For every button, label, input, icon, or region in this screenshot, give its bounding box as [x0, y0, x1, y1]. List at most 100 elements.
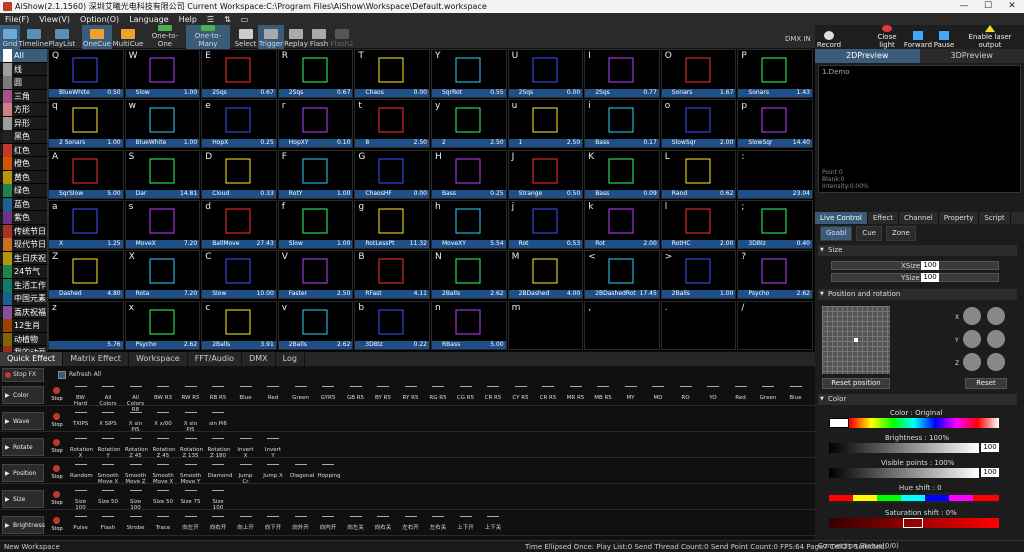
category-item[interactable]: 紫色 [0, 211, 47, 225]
quick-effect-item[interactable]: MD [648, 385, 669, 405]
cue-cell[interactable]: Q BlueWhite 0.50 [48, 49, 124, 98]
cue-cell[interactable]: G ChaosHF 0.00 [354, 149, 430, 199]
cue-cell[interactable]: o SlowSqr 2.00 [660, 99, 737, 149]
rotate-y-knob-2[interactable] [987, 330, 1005, 348]
tab-matrix-effect[interactable]: Matrix Effect [63, 352, 129, 366]
tab-effect[interactable]: Effect [868, 212, 899, 224]
quick-effect-item[interactable]: Size 75 [180, 489, 201, 509]
folder-icon[interactable]: ▭ [236, 15, 254, 24]
cue-cell[interactable]: Y SqrRot 0.55 [431, 49, 507, 98]
cue-cell[interactable]: l RotHC 2.00 [660, 199, 737, 249]
category-item[interactable]: 方形 [0, 103, 47, 117]
cue-cell[interactable]: C Slow 10.00 [201, 250, 277, 300]
quick-effect-item[interactable]: Red [263, 385, 284, 405]
quick-effect-item[interactable]: Size 50 [98, 489, 119, 509]
cue-cell[interactable]: U 2Sqs 0.00 [507, 49, 584, 98]
stop-fx-button[interactable]: Stop FX [2, 368, 44, 382]
refresh-all-checkbox[interactable] [58, 371, 66, 379]
quick-effect-item[interactable]: sin Pi6 [208, 411, 229, 431]
list-icon[interactable]: ☰ [202, 15, 219, 24]
category-item[interactable]: 橙色 [0, 157, 47, 171]
sort-icon[interactable]: ⇅ [219, 15, 236, 24]
quick-effect-item[interactable]: 向内开 [318, 515, 339, 535]
brightness-slider[interactable] [829, 443, 979, 453]
visible-points-slider[interactable] [829, 468, 979, 478]
quick-effect-item[interactable]: CY R5 [510, 385, 531, 405]
saturation-handle[interactable] [903, 518, 923, 528]
cue-cell[interactable]: t 8 2.50 [354, 99, 430, 149]
subtab-goabl[interactable]: Goabl [820, 226, 853, 241]
menu-view[interactable]: View(V) [34, 15, 75, 24]
category-item[interactable]: All [0, 49, 47, 63]
tab-live-control[interactable]: Live Control [815, 212, 868, 224]
category-item[interactable]: 黑色 [0, 130, 47, 144]
grid-button[interactable]: Grid [0, 25, 20, 49]
cue-cell[interactable]: T Chaos 0.00 [354, 49, 430, 98]
category-item[interactable]: 生日庆祝 [0, 251, 47, 265]
effect-stop-button[interactable]: Stop [48, 516, 66, 534]
cue-cell[interactable]: K Bass 0.09 [584, 149, 660, 199]
quick-effect-item[interactable]: 向左关 [345, 515, 366, 535]
quick-effect-item[interactable]: Jump Cr [235, 463, 256, 485]
tab-workspace[interactable]: Workspace [129, 352, 188, 366]
one-to-many-button[interactable]: One-to-Many [186, 25, 230, 49]
xsize-value[interactable]: 100 [921, 261, 939, 270]
quick-effect-item[interactable]: RO [675, 385, 696, 405]
cue-cell[interactable]: E 2Sqs 0.67 [201, 49, 277, 98]
cue-cell[interactable]: i Bass 0.17 [584, 99, 660, 149]
effect-stop-button[interactable]: Stop [48, 464, 66, 482]
cue-cell[interactable]: x Psycho 2.62 [124, 300, 201, 350]
quick-effect-item[interactable]: Rotation Z 45 [153, 437, 176, 459]
cue-cell[interactable]: y 2 2.50 [431, 99, 507, 149]
quick-effect-item[interactable]: TXIPS [70, 411, 91, 431]
cue-cell[interactable]: S Dar 14.81 [124, 149, 201, 199]
cue-cell[interactable]: b 3DBlz 0.22 [354, 300, 430, 350]
rotate-x-knob-2[interactable] [987, 307, 1005, 325]
quick-effect-item[interactable]: X x/00 [153, 411, 174, 431]
quick-effect-item[interactable]: Rotation Y [98, 437, 121, 459]
quick-effect-item[interactable]: Smooth Move Y [180, 463, 201, 485]
cue-cell[interactable]: / [737, 300, 813, 350]
close-light-button[interactable]: Close light [871, 25, 903, 49]
quick-effect-item[interactable]: X sin Pi5 [180, 411, 201, 433]
cue-cell[interactable]: ; 3DBlz 0.40 [737, 199, 813, 249]
cue-cell[interactable]: f Slow 1.00 [277, 199, 354, 249]
cue-cell[interactable]: d BallMove 27.43 [201, 199, 277, 249]
quick-effect-item[interactable]: X SIPS [98, 411, 119, 431]
enable-laser-output-button[interactable]: Enable laser output [956, 25, 1024, 49]
quick-effect-item[interactable]: MY [620, 385, 641, 405]
quick-effect-item[interactable]: 向右关 [373, 515, 394, 535]
size-section-header[interactable]: Size [818, 245, 1017, 256]
menu-help[interactable]: Help [174, 15, 202, 24]
color-swatch[interactable] [829, 418, 849, 428]
category-item[interactable]: 绿色 [0, 184, 47, 198]
effect-group-button[interactable]: Size [2, 490, 44, 509]
effect-stop-button[interactable]: Stop [48, 490, 66, 508]
category-item[interactable]: 中国元素 [0, 292, 47, 306]
quick-effect-item[interactable]: YO [703, 385, 724, 405]
category-item[interactable]: 动植物 [0, 332, 47, 346]
quick-effect-item[interactable]: 向上开 [235, 515, 256, 535]
maximize-icon[interactable]: ☐ [976, 0, 1000, 13]
cue-cell[interactable]: h MoveXY 5.54 [431, 199, 507, 249]
quick-effect-item[interactable]: Size 100 [125, 489, 146, 511]
category-item[interactable]: 12生肖 [0, 319, 47, 333]
quick-effect-item[interactable]: Smooth Move Z [125, 463, 146, 485]
onecue-button[interactable]: OneCue [82, 25, 112, 49]
cue-cell[interactable]: v 2Balls 2.62 [277, 300, 354, 350]
category-item[interactable]: 黄色 [0, 170, 47, 184]
quick-effect-item[interactable]: Strobe [125, 515, 146, 535]
quick-effect-item[interactable]: 上下关 [483, 515, 504, 535]
category-item[interactable]: 圆 [0, 76, 47, 90]
cue-cell[interactable]: p SlowSqr 14.40 [737, 99, 813, 149]
quick-effect-item[interactable]: Size 100 [70, 489, 91, 511]
position-pad[interactable] [822, 306, 890, 374]
quick-effect-item[interactable]: CR R5 [538, 385, 559, 405]
category-item[interactable]: 线 [0, 62, 47, 76]
cue-cell[interactable]: X Rota 7.20 [124, 250, 201, 300]
position-cursor[interactable] [854, 338, 858, 342]
effect-stop-button[interactable]: Stop [48, 412, 66, 430]
quick-effect-item[interactable]: Rotation Z 180 [208, 437, 231, 459]
cue-cell[interactable]: D Cloud 0.33 [201, 149, 277, 199]
quick-effect-item[interactable]: Blue [785, 385, 806, 405]
